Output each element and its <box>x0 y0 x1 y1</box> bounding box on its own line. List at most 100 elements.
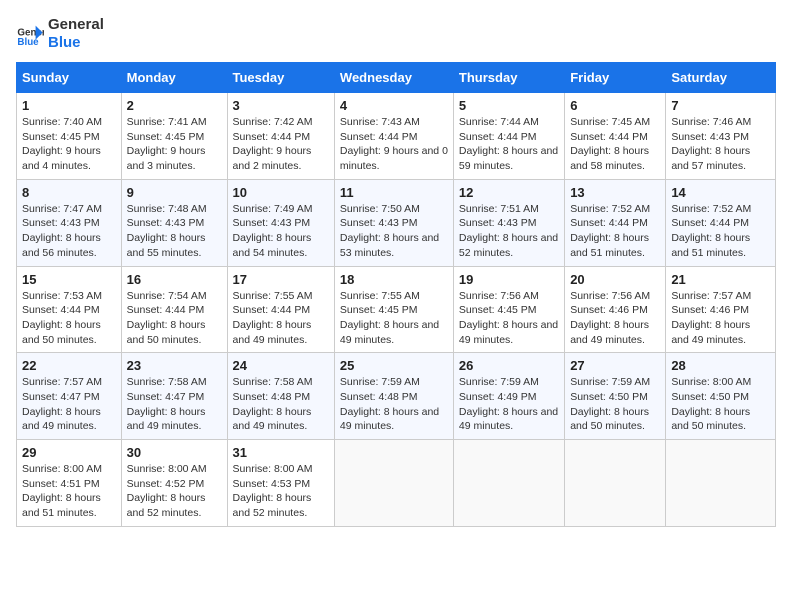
calendar-cell: 4 Sunrise: 7:43 AMSunset: 4:44 PMDaylight… <box>334 93 453 180</box>
day-detail: Sunrise: 7:58 AMSunset: 4:48 PMDaylight:… <box>233 375 329 434</box>
day-number: 30 <box>127 445 222 460</box>
calendar-cell: 2 Sunrise: 7:41 AMSunset: 4:45 PMDaylight… <box>121 93 227 180</box>
calendar-cell: 9Sunrise: 7:48 AMSunset: 4:43 PMDaylight… <box>121 179 227 266</box>
calendar-cell <box>565 440 666 527</box>
calendar-cell: 10 Sunrise: 7:49 AMSunset: 4:43 PMDayligh… <box>227 179 334 266</box>
day-detail: Sunrise: 7:42 AMSunset: 4:44 PMDaylight:… <box>233 115 329 174</box>
calendar-cell: 11Sunrise: 7:50 AMSunset: 4:43 PMDayligh… <box>334 179 453 266</box>
calendar-cell: 29 Sunrise: 8:00 AMSunset: 4:51 PMDayligh… <box>17 440 122 527</box>
day-number: 20 <box>570 272 660 287</box>
calendar-cell: 6Sunrise: 7:45 AMSunset: 4:44 PMDaylight… <box>565 93 666 180</box>
col-header-saturday: Saturday <box>666 63 776 93</box>
day-detail: Sunrise: 7:54 AMSunset: 4:44 PMDaylight:… <box>127 289 222 348</box>
day-detail: Sunrise: 7:46 AMSunset: 4:43 PMDaylight:… <box>671 115 770 174</box>
calendar-cell: 12Sunrise: 7:51 AMSunset: 4:43 PMDayligh… <box>453 179 564 266</box>
day-number: 24 <box>233 358 329 373</box>
day-number: 29 <box>22 445 116 460</box>
day-detail: Sunrise: 7:41 AMSunset: 4:45 PMDaylight:… <box>127 115 222 174</box>
day-detail: Sunrise: 7:57 AMSunset: 4:46 PMDaylight:… <box>671 289 770 348</box>
calendar-cell: 20Sunrise: 7:56 AMSunset: 4:46 PMDayligh… <box>565 266 666 353</box>
calendar-cell: 17 Sunrise: 7:55 AMSunset: 4:44 PMDayligh… <box>227 266 334 353</box>
day-detail: Sunrise: 7:53 AMSunset: 4:44 PMDaylight:… <box>22 289 116 348</box>
calendar-cell <box>453 440 564 527</box>
day-number: 22 <box>22 358 116 373</box>
day-detail: Sunrise: 7:55 AMSunset: 4:45 PMDaylight:… <box>340 289 448 348</box>
day-number: 26 <box>459 358 559 373</box>
calendar-cell: 3 Sunrise: 7:42 AMSunset: 4:44 PMDaylight… <box>227 93 334 180</box>
day-number: 17 <box>233 272 329 287</box>
calendar-cell: 18Sunrise: 7:55 AMSunset: 4:45 PMDayligh… <box>334 266 453 353</box>
day-number: 4 <box>340 98 448 113</box>
calendar-cell: 27Sunrise: 7:59 AMSunset: 4:50 PMDayligh… <box>565 353 666 440</box>
day-number: 6 <box>570 98 660 113</box>
day-detail: Sunrise: 7:49 AMSunset: 4:43 PMDaylight:… <box>233 202 329 261</box>
col-header-sunday: Sunday <box>17 63 122 93</box>
col-header-wednesday: Wednesday <box>334 63 453 93</box>
calendar-cell: 16Sunrise: 7:54 AMSunset: 4:44 PMDayligh… <box>121 266 227 353</box>
calendar-cell: 28 Sunrise: 8:00 AMSunset: 4:50 PMDayligh… <box>666 353 776 440</box>
calendar-cell: 1 Sunrise: 7:40 AMSunset: 4:45 PMDaylight… <box>17 93 122 180</box>
day-number: 23 <box>127 358 222 373</box>
calendar-week-row: 1 Sunrise: 7:40 AMSunset: 4:45 PMDaylight… <box>17 93 776 180</box>
day-number: 27 <box>570 358 660 373</box>
day-detail: Sunrise: 7:51 AMSunset: 4:43 PMDaylight:… <box>459 202 559 261</box>
calendar-cell: 5Sunrise: 7:44 AMSunset: 4:44 PMDaylight… <box>453 93 564 180</box>
logo-text-general: General <box>48 16 104 34</box>
col-header-tuesday: Tuesday <box>227 63 334 93</box>
day-number: 11 <box>340 185 448 200</box>
day-number: 15 <box>22 272 116 287</box>
calendar-cell: 21 Sunrise: 7:57 AMSunset: 4:46 PMDayligh… <box>666 266 776 353</box>
calendar-table: SundayMondayTuesdayWednesdayThursdayFrid… <box>16 62 776 527</box>
calendar-cell: 22 Sunrise: 7:57 AMSunset: 4:47 PMDayligh… <box>17 353 122 440</box>
col-header-thursday: Thursday <box>453 63 564 93</box>
day-number: 2 <box>127 98 222 113</box>
day-number: 1 <box>22 98 116 113</box>
day-number: 7 <box>671 98 770 113</box>
col-header-monday: Monday <box>121 63 227 93</box>
calendar-week-row: 22 Sunrise: 7:57 AMSunset: 4:47 PMDayligh… <box>17 353 776 440</box>
day-detail: Sunrise: 7:59 AMSunset: 4:49 PMDaylight:… <box>459 375 559 434</box>
day-detail: Sunrise: 7:59 AMSunset: 4:48 PMDaylight:… <box>340 375 448 434</box>
day-detail: Sunrise: 7:43 AMSunset: 4:44 PMDaylight:… <box>340 115 448 174</box>
calendar-cell: 31Sunrise: 8:00 AMSunset: 4:53 PMDayligh… <box>227 440 334 527</box>
calendar-cell <box>334 440 453 527</box>
day-detail: Sunrise: 7:44 AMSunset: 4:44 PMDaylight:… <box>459 115 559 174</box>
col-header-friday: Friday <box>565 63 666 93</box>
day-number: 3 <box>233 98 329 113</box>
calendar-week-row: 29 Sunrise: 8:00 AMSunset: 4:51 PMDayligh… <box>17 440 776 527</box>
day-number: 14 <box>671 185 770 200</box>
day-detail: Sunrise: 7:58 AMSunset: 4:47 PMDaylight:… <box>127 375 222 434</box>
calendar-cell: 7 Sunrise: 7:46 AMSunset: 4:43 PMDaylight… <box>666 93 776 180</box>
day-detail: Sunrise: 8:00 AMSunset: 4:53 PMDaylight:… <box>233 462 329 521</box>
calendar-cell: 15 Sunrise: 7:53 AMSunset: 4:44 PMDayligh… <box>17 266 122 353</box>
calendar-cell: 13Sunrise: 7:52 AMSunset: 4:44 PMDayligh… <box>565 179 666 266</box>
day-detail: Sunrise: 7:57 AMSunset: 4:47 PMDaylight:… <box>22 375 116 434</box>
day-detail: Sunrise: 7:55 AMSunset: 4:44 PMDaylight:… <box>233 289 329 348</box>
calendar-week-row: 15 Sunrise: 7:53 AMSunset: 4:44 PMDayligh… <box>17 266 776 353</box>
day-detail: Sunrise: 8:00 AMSunset: 4:52 PMDaylight:… <box>127 462 222 521</box>
day-detail: Sunrise: 7:40 AMSunset: 4:45 PMDaylight:… <box>22 115 116 174</box>
calendar-cell <box>666 440 776 527</box>
day-detail: Sunrise: 7:52 AMSunset: 4:44 PMDaylight:… <box>671 202 770 261</box>
day-number: 28 <box>671 358 770 373</box>
day-number: 9 <box>127 185 222 200</box>
logo: General Blue General Blue <box>16 16 104 52</box>
day-number: 19 <box>459 272 559 287</box>
day-number: 8 <box>22 185 116 200</box>
day-detail: Sunrise: 7:52 AMSunset: 4:44 PMDaylight:… <box>570 202 660 261</box>
day-number: 25 <box>340 358 448 373</box>
day-number: 21 <box>671 272 770 287</box>
page-header: General Blue General Blue <box>16 16 776 52</box>
calendar-cell: 8 Sunrise: 7:47 AMSunset: 4:43 PMDaylight… <box>17 179 122 266</box>
calendar-cell: 23 Sunrise: 7:58 AMSunset: 4:47 PMDayligh… <box>121 353 227 440</box>
day-number: 10 <box>233 185 329 200</box>
calendar-cell: 24 Sunrise: 7:58 AMSunset: 4:48 PMDayligh… <box>227 353 334 440</box>
logo-icon: General Blue <box>16 20 44 48</box>
day-detail: Sunrise: 8:00 AMSunset: 4:51 PMDaylight:… <box>22 462 116 521</box>
calendar-cell: 14 Sunrise: 7:52 AMSunset: 4:44 PMDayligh… <box>666 179 776 266</box>
day-detail: Sunrise: 7:47 AMSunset: 4:43 PMDaylight:… <box>22 202 116 261</box>
calendar-cell: 30 Sunrise: 8:00 AMSunset: 4:52 PMDayligh… <box>121 440 227 527</box>
day-detail: Sunrise: 7:56 AMSunset: 4:45 PMDaylight:… <box>459 289 559 348</box>
calendar-cell: 19 Sunrise: 7:56 AMSunset: 4:45 PMDayligh… <box>453 266 564 353</box>
day-detail: Sunrise: 8:00 AMSunset: 4:50 PMDaylight:… <box>671 375 770 434</box>
